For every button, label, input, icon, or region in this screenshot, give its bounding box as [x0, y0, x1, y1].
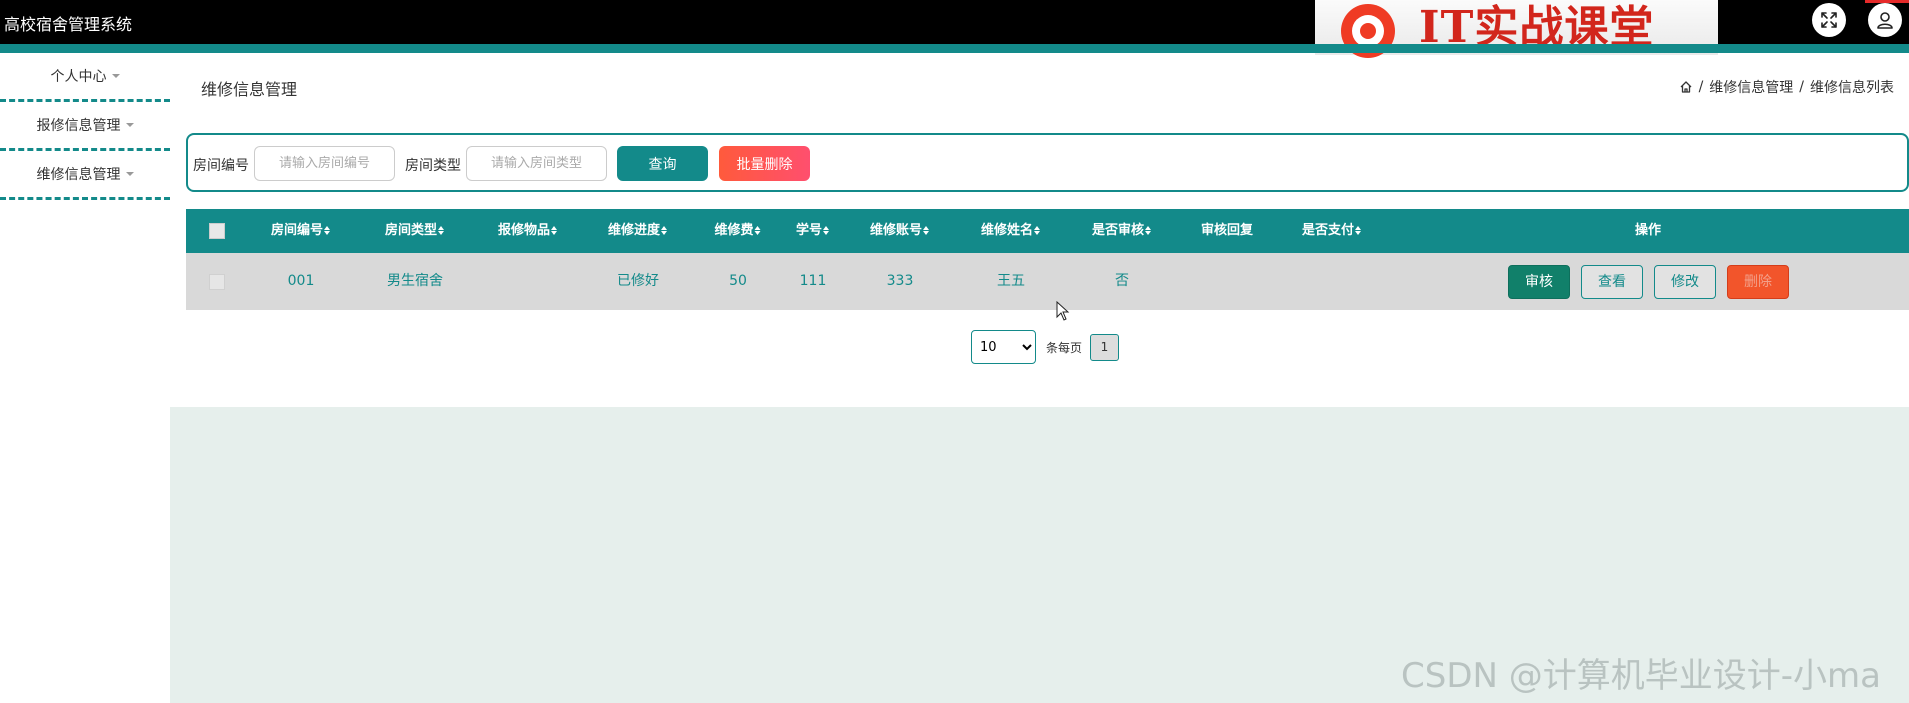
app-title: 高校宿舍管理系统 [4, 15, 133, 34]
user-icon [1877, 12, 1893, 29]
column-header-label: 维修进度 [607, 223, 661, 238]
column-header-label: 报修物品 [497, 223, 551, 238]
cell-fee: 50 [729, 273, 747, 289]
select-all-checkbox[interactable] [209, 223, 225, 239]
sidebar-item-label: 维修信息管理 [36, 167, 121, 183]
breadcrumb-item-maintenance[interactable]: 维修信息管理 [1709, 77, 1793, 97]
column-header-label: 学号 [795, 223, 823, 238]
cell-student-id: 111 [799, 273, 827, 289]
view-button[interactable]: 查看 [1581, 265, 1643, 299]
user-menu-button[interactable] [1868, 3, 1902, 37]
table-row: 001 男生宿舍 已修好 50 111 333 王五 否 审核 查看 修改 删除 [186, 253, 1909, 310]
per-page-label: 条每页 [1046, 341, 1083, 355]
sidebar-item-label: 个人中心 [50, 69, 107, 85]
sort-icon [754, 226, 762, 235]
caret-down-icon [111, 74, 120, 78]
column-header-label: 是否支付 [1301, 223, 1355, 238]
column-header[interactable]: 房间编号 [271, 209, 331, 253]
sort-icon [324, 226, 331, 235]
sort-icon [1034, 226, 1041, 235]
room-no-input[interactable] [254, 146, 395, 181]
column-header[interactable]: 报修物品 [498, 209, 558, 253]
caret-down-icon [125, 123, 134, 127]
breadcrumb-separator: / [1799, 79, 1804, 95]
fullscreen-icon [1821, 12, 1837, 28]
edit-button[interactable]: 修改 [1654, 265, 1716, 299]
column-header-label: 审核回复 [1200, 223, 1254, 238]
sort-icon [661, 226, 668, 235]
fullscreen-button[interactable] [1812, 3, 1846, 37]
caret-down-icon [125, 172, 134, 176]
column-header-label: 维修账号 [869, 223, 923, 238]
table-header: 房间编号 房间类型 报修物品 维修进度 维修费 学号 维修账号 维修姓名 是否审… [186, 209, 1909, 253]
column-header[interactable]: 房间类型 [385, 209, 445, 253]
breadcrumb-item-list: 维修信息列表 [1810, 80, 1894, 96]
column-header[interactable]: 是否支付 [1302, 209, 1362, 253]
cell-room-no: 001 [287, 273, 315, 289]
page-title: 维修信息管理 [201, 80, 298, 99]
top-bar-stripe [0, 44, 1909, 53]
top-bar: 高校宿舍管理系统 IT实战课堂 [0, 0, 1909, 58]
cell-repair-account: 333 [886, 273, 914, 289]
sidebar-item-repair-report[interactable]: 报修信息管理 [0, 102, 170, 151]
search-panel: 房间编号 房间类型 查询 批量删除 [186, 133, 1909, 192]
cell-repair-name: 王五 [997, 273, 1025, 289]
cell-audited: 否 [1115, 273, 1129, 289]
column-header-label: 维修费 [714, 223, 754, 238]
sort-icon [823, 226, 830, 235]
sort-icon [1145, 226, 1152, 235]
page-size-select[interactable]: 10 [971, 330, 1036, 364]
sort-icon [438, 226, 445, 235]
column-header[interactable]: 维修进度 [608, 209, 668, 253]
page-number-button[interactable]: 1 [1090, 334, 1119, 361]
column-header-label: 房间类型 [384, 223, 438, 238]
watermark: CSDN @计算机毕业设计-小ma [1401, 656, 1881, 696]
sidebar-item-maintenance[interactable]: 维修信息管理 [0, 151, 170, 200]
sidebar-item-label: 报修信息管理 [36, 118, 121, 134]
column-header: 审核回复 [1201, 209, 1253, 253]
column-header: 操作 [1635, 209, 1661, 253]
sort-icon [1355, 226, 1362, 235]
column-header-label: 维修姓名 [980, 223, 1034, 238]
column-header[interactable]: 学号 [796, 209, 830, 253]
row-checkbox[interactable] [209, 274, 225, 290]
room-type-input[interactable] [466, 146, 607, 181]
cell-room-type: 男生宿舍 [387, 273, 443, 289]
cell-progress: 已修好 [617, 273, 659, 289]
query-button[interactable]: 查询 [617, 146, 708, 181]
sort-icon [551, 226, 558, 235]
column-header-label: 房间编号 [270, 223, 324, 238]
breadcrumb-separator: / [1698, 79, 1704, 95]
sidebar: 个人中心 报修信息管理 维修信息管理 [0, 53, 170, 703]
sort-icon [923, 226, 930, 235]
home-icon[interactable] [1679, 80, 1693, 94]
column-header-label: 操作 [1634, 223, 1662, 238]
column-header[interactable]: 维修账号 [870, 209, 930, 253]
column-header[interactable]: 维修姓名 [981, 209, 1041, 253]
audit-button[interactable]: 审核 [1508, 265, 1570, 299]
column-header[interactable]: 维修费 [714, 209, 761, 253]
room-type-label: 房间类型 [405, 158, 461, 174]
column-header-label: 是否审核 [1091, 223, 1145, 238]
mouse-cursor-icon [1056, 301, 1070, 321]
breadcrumb: / 维修信息管理 / 维修信息列表 [1679, 77, 1894, 97]
batch-delete-button[interactable]: 批量删除 [719, 146, 810, 181]
room-no-label: 房间编号 [193, 158, 249, 174]
sidebar-item-personal-center[interactable]: 个人中心 [0, 53, 170, 102]
delete-button[interactable]: 删除 [1727, 265, 1789, 299]
column-header[interactable]: 是否审核 [1092, 209, 1152, 253]
